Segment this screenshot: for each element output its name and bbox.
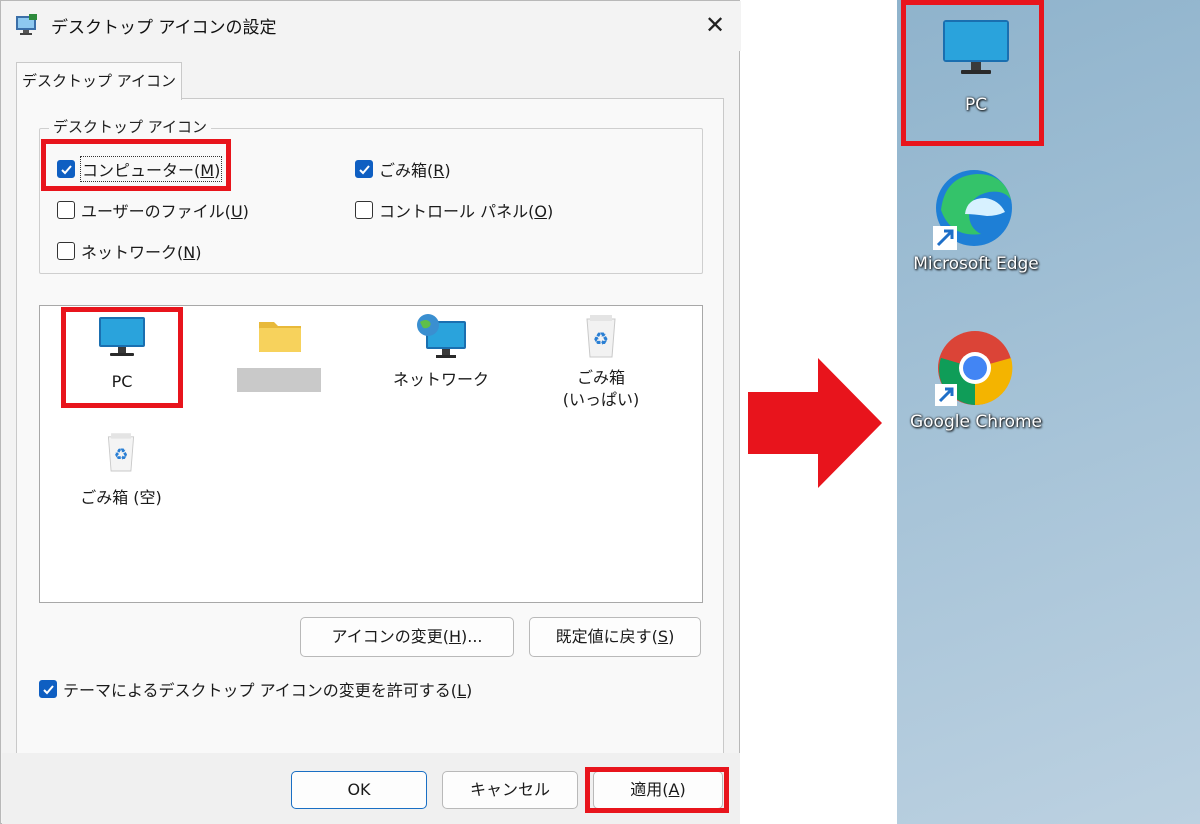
highlight-computer-checkbox bbox=[41, 139, 231, 191]
checkbox-control-panel[interactable]: コントロール パネル(O) bbox=[355, 198, 553, 222]
checkbox-allow-themes[interactable]: テーマによるデスクトップ アイコンの変更を許可する(L) bbox=[39, 677, 472, 701]
svg-text:♻: ♻ bbox=[593, 329, 609, 350]
cancel-button[interactable]: キャンセル bbox=[442, 771, 578, 809]
list-item-label: ごみ箱 bbox=[576, 368, 625, 387]
checkbox-label: ごみ箱(R) bbox=[379, 161, 451, 180]
title-bar: デスクトップ アイコンの設定 ✕ bbox=[1, 1, 741, 51]
desktop-icon-chrome[interactable] bbox=[935, 328, 1015, 408]
checkbox-box[interactable] bbox=[57, 242, 75, 260]
desktop-icon-edge[interactable] bbox=[933, 168, 1015, 250]
list-item-network[interactable]: ネットワーク bbox=[391, 313, 491, 391]
checkbox-label: ユーザーのファイル(U) bbox=[81, 202, 249, 221]
desktop-background: PC Microsoft Edge Google Chrome bbox=[897, 0, 1200, 824]
checkbox-recycle-bin[interactable]: ごみ箱(R) bbox=[355, 157, 451, 181]
checkbox-box[interactable] bbox=[57, 201, 75, 219]
ok-button[interactable]: OK bbox=[291, 771, 427, 809]
highlight-desktop-pc bbox=[901, 0, 1044, 146]
list-item-recycle-bin-empty[interactable]: ♻ ごみ箱 (空) bbox=[71, 431, 171, 509]
checkbox-box[interactable] bbox=[355, 201, 373, 219]
close-button[interactable]: ✕ bbox=[701, 11, 729, 39]
recycle-bin-full-icon: ♻ bbox=[586, 315, 616, 358]
folder-icon bbox=[259, 322, 301, 352]
checkbox-box[interactable] bbox=[355, 160, 373, 178]
desktop-icon-label: Google Chrome bbox=[909, 412, 1043, 432]
display-settings-icon bbox=[16, 14, 37, 35]
list-item-label: ごみ箱 (空) bbox=[80, 488, 162, 507]
list-item-user-files[interactable] bbox=[247, 317, 313, 361]
change-icon-button[interactable]: アイコンの変更(H)... bbox=[300, 617, 514, 657]
checkbox-box[interactable] bbox=[39, 680, 57, 698]
list-item-label-2: (いっぱい) bbox=[562, 390, 640, 409]
group-label: デスクトップ アイコン bbox=[49, 116, 212, 137]
red-arrow-icon bbox=[748, 358, 882, 488]
highlight-pc-icon bbox=[61, 307, 183, 408]
highlight-apply-button bbox=[585, 767, 729, 813]
checkbox-label: ネットワーク(N) bbox=[81, 243, 202, 262]
restore-default-button[interactable]: 既定値に戻す(S) bbox=[529, 617, 701, 657]
redacted-label bbox=[237, 368, 321, 392]
check-icon bbox=[42, 684, 54, 694]
network-icon bbox=[417, 314, 466, 358]
dialog-title: デスクトップ アイコンの設定 bbox=[51, 18, 277, 38]
chrome-icon bbox=[935, 331, 1013, 406]
list-item-recycle-bin-full[interactable]: ♻ ごみ箱 (いっぱい) bbox=[551, 313, 651, 411]
tab-desktop-icons[interactable]: デスクトップ アイコン bbox=[16, 62, 182, 100]
checkbox-user-files[interactable]: ユーザーのファイル(U) bbox=[57, 198, 249, 222]
desktop-icon-settings-dialog: デスクトップ アイコンの設定 ✕ デスクトップ アイコン デスクトップ アイコン… bbox=[0, 0, 741, 824]
list-item-label: ネットワーク bbox=[392, 370, 489, 389]
edge-icon bbox=[933, 170, 1012, 250]
desktop-icon-label: Microsoft Edge bbox=[913, 254, 1039, 274]
svg-text:♻: ♻ bbox=[114, 445, 129, 464]
recycle-bin-empty-icon: ♻ bbox=[107, 433, 135, 472]
checkbox-label: テーマによるデスクトップ アイコンの変更を許可する(L) bbox=[63, 681, 473, 700]
checkbox-label: コントロール パネル(O) bbox=[379, 202, 554, 221]
checkbox-network[interactable]: ネットワーク(N) bbox=[57, 239, 201, 263]
check-icon bbox=[358, 164, 370, 174]
